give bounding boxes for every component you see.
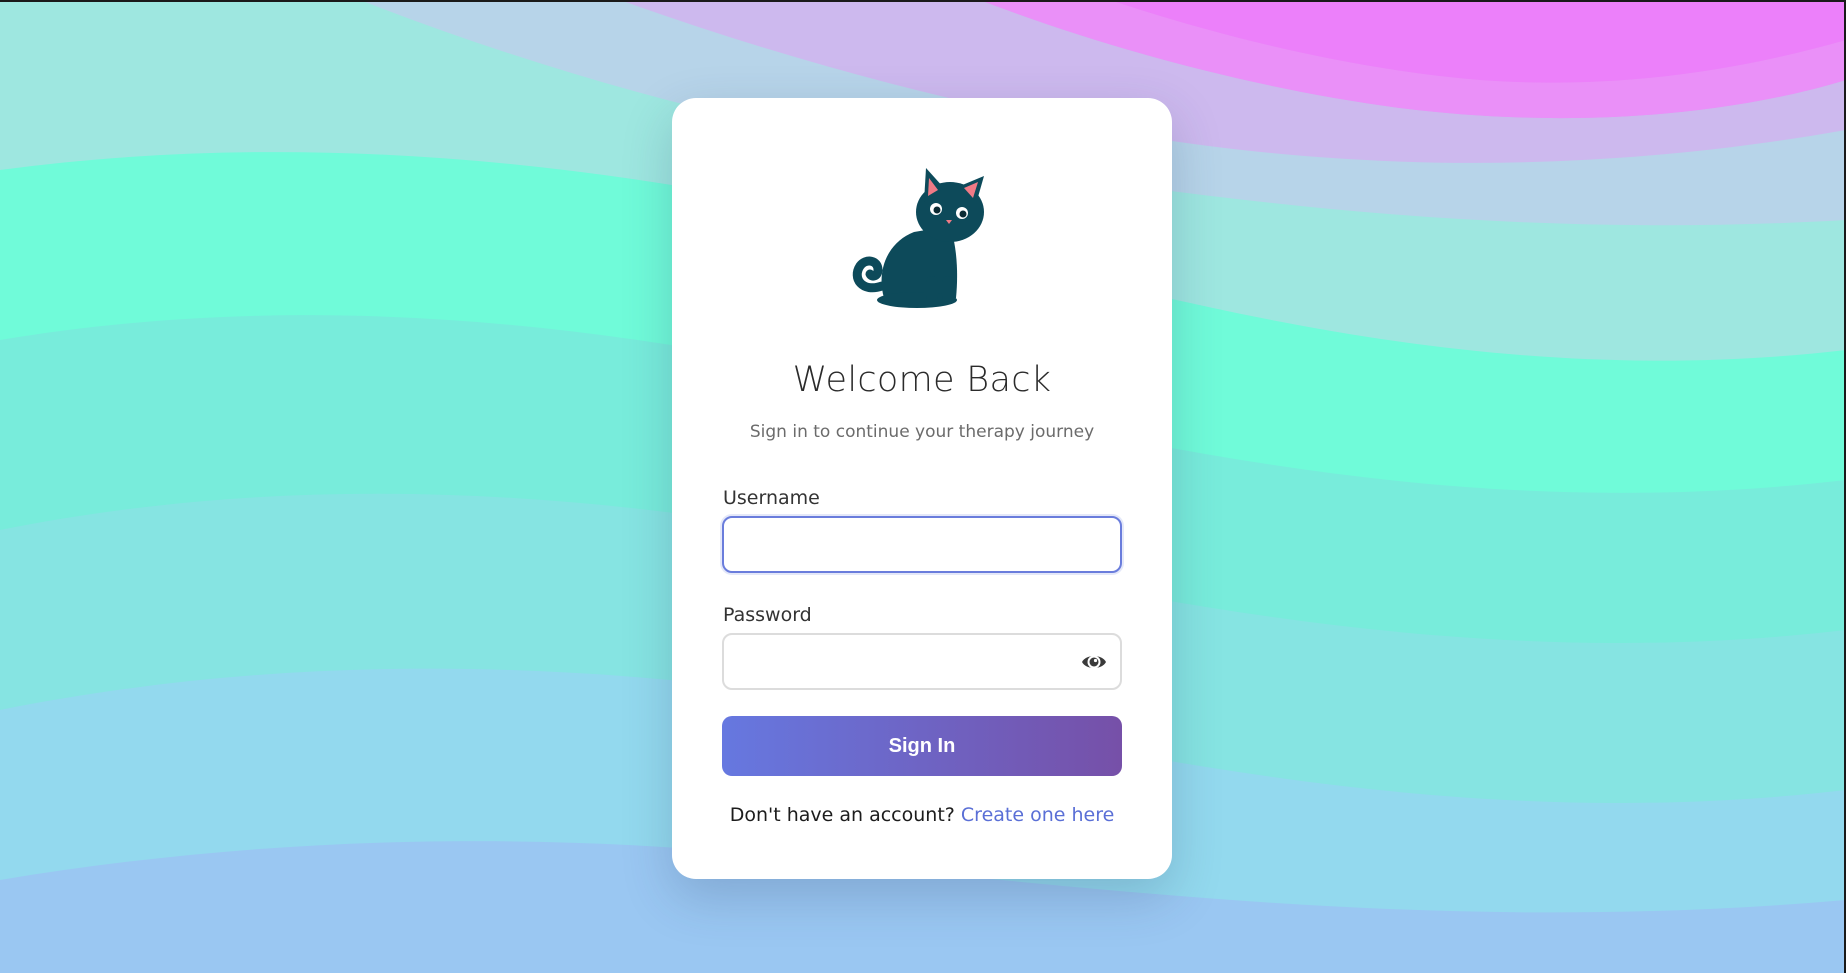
create-account-link[interactable]: Create one here — [961, 804, 1114, 826]
username-field-container — [722, 516, 1122, 573]
sign-in-button[interactable]: Sign In — [722, 716, 1122, 776]
username-input[interactable] — [724, 518, 1054, 571]
password-input[interactable] — [724, 635, 1054, 688]
signup-prompt-text: Don't have an account? — [729, 804, 955, 826]
login-card: Welcome Back Sign in to continue your th… — [672, 98, 1172, 879]
eye-icon[interactable] — [1080, 649, 1108, 675]
password-label: Password — [723, 604, 812, 626]
cat-icon — [852, 168, 984, 308]
password-field-container — [722, 633, 1122, 690]
signup-prompt-row: Don't have an account? Create one here — [672, 804, 1172, 826]
username-label: Username — [723, 487, 820, 509]
page-title: Welcome Back — [792, 360, 1052, 400]
window-top-border — [0, 0, 1846, 2]
page-subtitle: Sign in to continue your therapy journey — [749, 422, 1095, 442]
